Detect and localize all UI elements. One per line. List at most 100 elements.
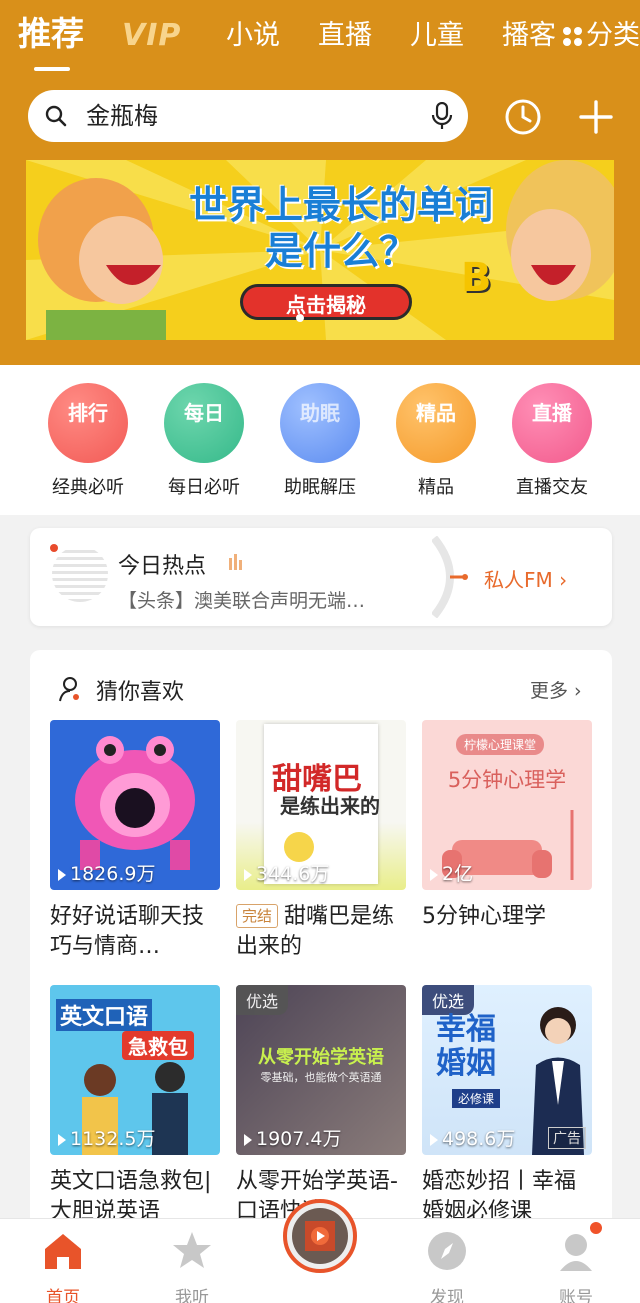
tab-vip[interactable]: VIP [122, 18, 181, 53]
cover-title: 英文口语 [56, 999, 153, 1031]
equalizer-icon [229, 554, 242, 570]
notification-dot [590, 1222, 602, 1234]
shortcut-label: 每日必听 [168, 477, 240, 498]
live-dot [50, 544, 58, 552]
shortcut-label: 经典必听 [52, 477, 124, 498]
moon-icon: 助眠 [280, 383, 360, 463]
cover-subtitle: 必修课 [452, 1089, 501, 1108]
promo-banner[interactable]: 世界上最长的单词 是什么？ B 点击揭秘 [26, 160, 614, 340]
app-page: 推荐 VIP 小说 直播 儿童 播客 分类 金瓶梅 世界上最长的单词 是什么？ … [0, 0, 640, 1303]
tab-novel[interactable]: 小说 [226, 18, 280, 54]
channel-tabs: 推荐 VIP 小说 直播 儿童 播客 分类 [0, 0, 640, 80]
pagination-dot [296, 314, 304, 322]
private-fm-link[interactable]: 私人FM › [484, 564, 567, 593]
play-count: 2亿 [430, 859, 473, 886]
cover-tag: 柠檬心理课堂 [456, 734, 545, 755]
album-card[interactable]: 优选 从零开始学英语 零基础，也能做个英语通 1907.4万 从零开始学英语-口… [236, 985, 406, 1227]
nav-label: 账号 [559, 1288, 593, 1303]
album-cover: 英文口语 急救包 1132.5万 [50, 985, 220, 1155]
shortcut-row: 排行 经典必听 每日 每日必听 助眠 助眠解压 精品 精品 直播 直播交友 [0, 365, 640, 515]
album-card[interactable]: 柠檬心理课堂 5分钟心理学 2亿 5分钟心理学 [422, 720, 592, 962]
guess-you-like-section: 猜你喜欢 更多 › 1826.9万 好好说话聊天技巧与情商… 甜嘴巴 是练出来的… [30, 650, 612, 1250]
album-title: 完结 甜嘴巴是练出来的 [236, 904, 395, 959]
tab-category[interactable]: 分类 [586, 18, 640, 54]
compass-icon [428, 1232, 466, 1270]
microphone-icon[interactable] [430, 102, 454, 130]
section-title: 猜你喜欢 [96, 680, 185, 705]
top-header: 推荐 VIP 小说 直播 儿童 播客 分类 金瓶梅 世界上最长的单词 是什么？ … [0, 0, 640, 365]
category-grid-icon[interactable] [563, 27, 583, 47]
account-avatar-icon [560, 1234, 592, 1271]
cover-title: 5分钟心理学 [447, 768, 567, 792]
shortcut-label: 精品 [418, 477, 454, 498]
album-cover: 甜嘴巴 是练出来的 344.6万 [236, 720, 406, 890]
ad-label: 广告 [548, 1127, 586, 1149]
person-heart-icon [59, 677, 79, 702]
play-icon [244, 868, 252, 881]
search-query[interactable]: 金瓶梅 [86, 101, 158, 131]
album-card[interactable]: 1826.9万 好好说话聊天技巧与情商… [50, 720, 220, 962]
play-count: 498.6万 [430, 1124, 515, 1151]
active-tab-indicator [34, 67, 70, 71]
shortcut-premium[interactable]: 精品 精品 [381, 383, 491, 499]
tv-icon: 直播 [512, 383, 592, 463]
tab-podcast[interactable]: 播客 [502, 18, 556, 54]
banner-title: 世界上最长的单词 是什么？ [188, 183, 493, 273]
cover-title: 从零开始学英语 [258, 1047, 384, 1068]
cover-title: 幸福 婚姻 [436, 1012, 496, 1081]
nav-listen[interactable]: 我听 [157, 1229, 227, 1303]
shortcut-sleep[interactable]: 助眠 助眠解压 [265, 383, 375, 499]
shortcut-live[interactable]: 直播 直播交友 [497, 383, 607, 499]
nav-label: 首页 [46, 1288, 80, 1303]
smiley-icon [284, 832, 314, 862]
hot-topics-card[interactable]: 今日热点 【头条】澳美联合声明无端… 私人FM › [30, 528, 612, 626]
ranking-icon: 排行 [48, 383, 128, 463]
album-card[interactable]: 英文口语 急救包 1132.5万 英文口语急救包|大胆说英语 [50, 985, 220, 1227]
album-cover: 优选 幸福 婚姻 必修课 广告 498.6万 [422, 985, 592, 1155]
album-cover: 柠檬心理课堂 5分钟心理学 2亿 [422, 720, 592, 890]
album-card[interactable]: 甜嘴巴 是练出来的 344.6万 完结 甜嘴巴是练出来的 [236, 720, 406, 962]
more-link[interactable]: 更多 › [530, 676, 582, 703]
album-cover: 1826.9万 [50, 720, 220, 890]
fm-dial-icon [432, 536, 468, 618]
banner-letter: B [461, 255, 492, 301]
add-plus-icon[interactable] [576, 97, 616, 137]
search-icon [45, 105, 67, 127]
completed-tag: 完结 [236, 904, 279, 928]
play-icon [244, 1133, 252, 1146]
hot-headline[interactable]: 【头条】澳美联合声明无端… [118, 586, 365, 613]
tab-kids[interactable]: 儿童 [410, 18, 464, 54]
play-icon [58, 1133, 66, 1146]
album-card[interactable]: 优选 幸福 婚姻 必修课 广告 498.6万 婚恋妙招丨幸福婚姻必修课 [422, 985, 592, 1227]
play-count: 1907.4万 [244, 1124, 341, 1151]
nav-account[interactable]: 账号 [541, 1229, 611, 1303]
history-clock-icon[interactable] [503, 97, 543, 137]
album-title: 5分钟心理学 [422, 904, 546, 929]
search-bar[interactable]: 金瓶梅 [28, 90, 468, 142]
shortcut-daily[interactable]: 每日 每日必听 [149, 383, 259, 499]
nav-label: 发现 [430, 1288, 464, 1303]
banner-reveal-button[interactable]: 点击揭秘 [240, 284, 412, 320]
crown-icon: 精品 [396, 383, 476, 463]
play-icon [58, 868, 66, 881]
calendar-icon: 每日 [164, 383, 244, 463]
play-icon [430, 1133, 438, 1146]
tab-live[interactable]: 直播 [318, 18, 372, 54]
play-count: 344.6万 [244, 859, 329, 886]
nav-label: 我听 [175, 1288, 209, 1303]
play-count: 1826.9万 [58, 859, 155, 886]
nav-home[interactable]: 首页 [28, 1229, 98, 1303]
player-disc-icon [292, 1208, 348, 1264]
album-title: 好好说话聊天技巧与情商… [50, 904, 205, 959]
tab-recommend[interactable]: 推荐 [18, 16, 84, 52]
hot-title: 今日热点 [118, 554, 207, 579]
play-icon [430, 868, 438, 881]
album-cover: 优选 从零开始学英语 零基础，也能做个英语通 1907.4万 [236, 985, 406, 1155]
shortcut-classic[interactable]: 排行 经典必听 [33, 383, 143, 499]
cover-subtitle: 零基础，也能做个英语通 [260, 1071, 382, 1084]
featured-badge: 优选 [236, 985, 289, 1015]
shortcut-label: 直播交友 [516, 477, 588, 498]
nav-discover[interactable]: 发现 [412, 1229, 482, 1303]
featured-badge: 优选 [422, 985, 475, 1015]
now-playing-button[interactable] [283, 1199, 357, 1273]
